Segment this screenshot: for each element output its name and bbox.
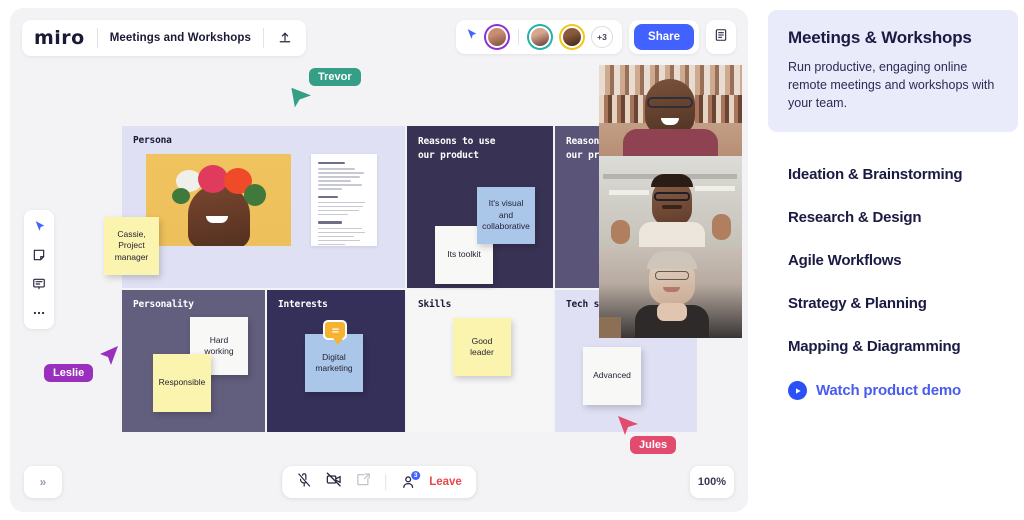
watch-product-demo-label: Watch product demo bbox=[816, 382, 962, 399]
sticky-note-visual-collaborative[interactable]: It's visual and collaborative bbox=[477, 187, 535, 244]
miro-logo: miro bbox=[34, 27, 85, 49]
cursor-pointer-icon bbox=[291, 87, 312, 108]
sticky-note-icon[interactable] bbox=[30, 246, 48, 264]
persona-photo[interactable] bbox=[146, 154, 291, 246]
sticky-note-advanced[interactable]: Advanced bbox=[583, 347, 641, 405]
cursor-trevor: Trevor bbox=[291, 68, 361, 108]
link-strategy-planning[interactable]: Strategy & Planning bbox=[788, 295, 1024, 312]
frame-interests[interactable]: Interests Digital marketing bbox=[267, 290, 405, 432]
sticky-note-cassie[interactable]: Cassie, Project manager bbox=[104, 217, 159, 275]
share-pill: Share bbox=[629, 20, 699, 54]
avatar-image bbox=[561, 26, 584, 48]
video-tile[interactable] bbox=[599, 156, 742, 247]
sticky-note-good-leader[interactable]: Good leader bbox=[453, 318, 511, 376]
call-controls-bar: 3 Leave bbox=[282, 466, 476, 498]
collaboration-bar: +3 Share bbox=[456, 20, 736, 54]
frame-title: Interests bbox=[278, 299, 328, 310]
board-name[interactable]: Meetings and Workshops bbox=[110, 32, 251, 44]
upload-icon[interactable] bbox=[276, 29, 294, 47]
cursor-share-icon[interactable] bbox=[465, 28, 478, 46]
avatar-image bbox=[486, 26, 509, 48]
divider bbox=[518, 29, 520, 45]
play-circle-icon bbox=[788, 381, 807, 400]
expand-panel-button[interactable]: » bbox=[24, 466, 62, 498]
presence-pill: +3 bbox=[456, 20, 623, 54]
miro-board-app: miro Meetings and Workshops +3 Share Per… bbox=[10, 8, 748, 512]
promo-card[interactable]: Meetings & Workshops Run productive, eng… bbox=[768, 10, 1018, 133]
screenshot-root: miro Meetings and Workshops +3 Share Per… bbox=[0, 0, 1024, 520]
cursor-label: Leslie bbox=[44, 364, 94, 382]
avatar[interactable] bbox=[484, 24, 511, 50]
participants-button[interactable]: 3 bbox=[400, 470, 422, 490]
board-titlebar: miro Meetings and Workshops bbox=[22, 20, 307, 56]
watch-product-demo-link[interactable]: Watch product demo bbox=[788, 381, 1024, 400]
cursor-jules: Jules bbox=[614, 416, 677, 454]
comment-icon[interactable] bbox=[30, 275, 48, 293]
overflow-avatars-badge[interactable]: +3 bbox=[591, 26, 614, 48]
divider bbox=[385, 474, 387, 490]
frame-title: Personality bbox=[133, 299, 194, 310]
screen-share-icon[interactable] bbox=[355, 472, 371, 493]
divider bbox=[96, 28, 98, 48]
notes-panel-button[interactable] bbox=[706, 20, 736, 54]
leave-button[interactable]: Leave bbox=[429, 476, 462, 488]
use-case-links: Ideation & Brainstorming Research & Desi… bbox=[788, 166, 1024, 400]
frame-personality[interactable]: Personality Hard working Responsible bbox=[122, 290, 265, 432]
cursor-leslie: Leslie bbox=[44, 346, 118, 382]
frame-title: Persona bbox=[133, 135, 172, 146]
frame-reasons-to-use-1[interactable]: Reasons to use our product Its toolkit I… bbox=[407, 126, 553, 288]
promo-body: Run productive, engaging online remote m… bbox=[788, 60, 995, 111]
share-button[interactable]: Share bbox=[634, 24, 694, 50]
cursor-pointer-icon bbox=[100, 346, 118, 365]
promo-title: Meetings & Workshops bbox=[788, 28, 972, 47]
video-call-tiles bbox=[599, 65, 742, 338]
video-tile[interactable] bbox=[599, 247, 742, 338]
ellipsis-icon[interactable] bbox=[30, 304, 48, 322]
comment-bubble-icon[interactable] bbox=[323, 320, 347, 345]
right-panel: Meetings & Workshops Run productive, eng… bbox=[762, 0, 1024, 520]
cursor-icon[interactable] bbox=[30, 217, 48, 235]
avatar[interactable] bbox=[559, 24, 586, 50]
sticky-note-responsible[interactable]: Responsible bbox=[153, 354, 211, 412]
avatar-image bbox=[529, 26, 552, 48]
cursor-pointer-icon bbox=[618, 416, 638, 435]
divider bbox=[263, 28, 265, 48]
avatar[interactable] bbox=[527, 24, 554, 50]
zoom-level-button[interactable]: 100% bbox=[690, 466, 734, 498]
link-research-design[interactable]: Research & Design bbox=[788, 209, 1024, 226]
microphone-muted-icon[interactable] bbox=[296, 472, 312, 493]
camera-muted-icon[interactable] bbox=[325, 471, 342, 493]
link-mapping-diagramming[interactable]: Mapping & Diagramming bbox=[788, 338, 1024, 355]
tool-rail bbox=[24, 210, 54, 329]
notes-panel-icon bbox=[714, 28, 728, 47]
frame-title: Reasons to use our product bbox=[418, 136, 496, 162]
frame-skills[interactable]: Skills Good leader bbox=[407, 290, 553, 432]
link-agile-workflows[interactable]: Agile Workflows bbox=[788, 252, 1024, 269]
video-tile[interactable] bbox=[599, 65, 742, 156]
persona-document[interactable] bbox=[311, 154, 377, 246]
frame-persona[interactable]: Persona bbox=[122, 126, 405, 288]
participants-count-badge: 3 bbox=[410, 470, 422, 481]
frame-title: Skills bbox=[418, 299, 452, 310]
link-ideation-brainstorming[interactable]: Ideation & Brainstorming bbox=[788, 166, 1024, 183]
